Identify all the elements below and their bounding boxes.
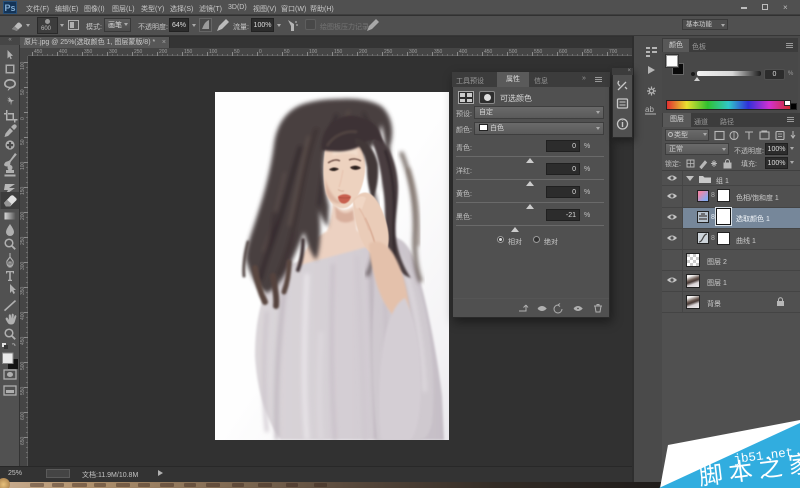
svg-text:ab: ab <box>645 105 654 114</box>
